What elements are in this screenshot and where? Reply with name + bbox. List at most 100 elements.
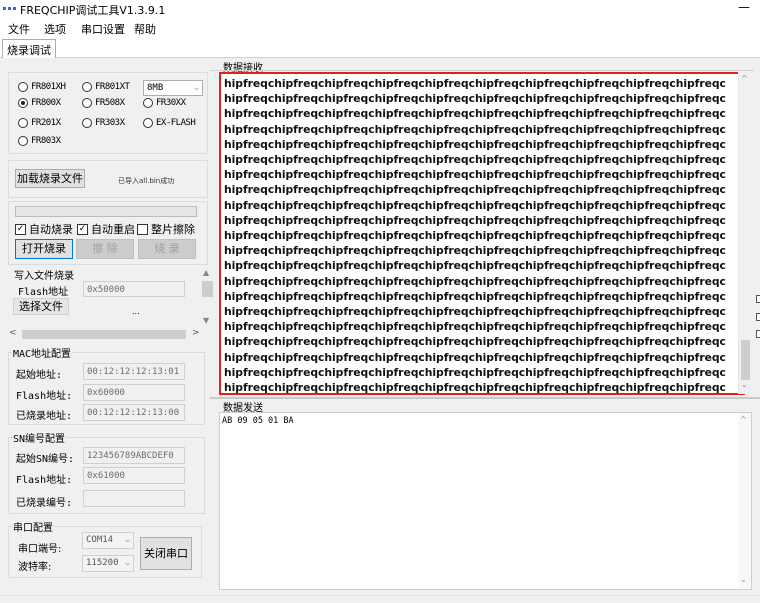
auto-burn-label: 自动烧录 <box>29 223 73 236</box>
load-status: 已导入all.bin成功 <box>118 177 175 185</box>
radio-circle <box>18 82 28 92</box>
hscroll-thumb[interactable] <box>22 330 186 339</box>
checkmark-icon: ✓ <box>15 223 26 235</box>
radio-label: FR30XX <box>156 98 186 108</box>
receive-scrollbar[interactable]: ^ ⌄ <box>738 72 751 394</box>
mac-burned-label: 已烧录地址: <box>16 411 73 422</box>
menu-options[interactable]: 选项 <box>44 21 66 37</box>
mac-config-title: MAC地址配置 <box>12 345 73 360</box>
radio-fr303x[interactable]: FR303X <box>82 118 125 128</box>
checkbox-box <box>137 223 148 235</box>
full-erase-label: 整片擦除 <box>151 223 195 236</box>
radio-label: FR508X <box>95 98 125 108</box>
write-file-title: 写入文件烧录 <box>13 267 75 282</box>
status-bar <box>0 595 760 603</box>
flash-size-select[interactable]: 8MB ⌵ <box>143 80 203 96</box>
erase-button[interactable]: 擦 除 <box>76 239 134 259</box>
radio-fr201x[interactable]: FR201X <box>18 118 61 128</box>
radio-label: FR803X <box>31 136 61 146</box>
radio-fr803x[interactable]: FR803X <box>18 136 61 146</box>
divider <box>210 57 760 58</box>
radio-fr801xt[interactable]: FR801XT <box>82 82 130 92</box>
splitter[interactable] <box>210 397 760 399</box>
serial-config-title: 串口配置 <box>12 519 54 534</box>
flash-size-value: 8MB <box>147 83 164 93</box>
select-file-ellipsis: ... <box>132 307 140 316</box>
left-hscrollbar[interactable]: < > <box>8 328 200 341</box>
full-erase-checkbox[interactable]: 整片擦除 <box>137 221 195 237</box>
mac-start-input[interactable]: 00:12:12:12:13:01 <box>83 363 185 380</box>
radio-fr508x[interactable]: FR508X <box>82 98 125 108</box>
sn-flash-label: Flash地址: <box>16 475 73 486</box>
write-flash-addr-input[interactable]: 0x50000 <box>83 281 185 297</box>
menu-help[interactable]: 帮助 <box>134 21 156 37</box>
scroll-thumb[interactable] <box>741 340 750 380</box>
tab-burn-debug[interactable]: 烧录调试 <box>2 39 56 58</box>
sn-config-title: SN编号配置 <box>12 430 67 445</box>
window-title: FREQCHIP调试工具V1.3.9.1 <box>20 4 166 17</box>
auto-restart-checkbox[interactable]: ✓ 自动重启 <box>77 221 135 237</box>
select-file-button[interactable]: 选择文件 <box>13 298 69 315</box>
sn-burned-label: 已烧录编号: <box>16 498 73 509</box>
radio-circle <box>82 118 92 128</box>
radio-fr800x[interactable]: FR800X <box>18 98 61 108</box>
menu-bar: 文件 选项 串口设置 帮助 <box>0 18 760 38</box>
chevron-down-icon: ⌵ <box>194 83 199 92</box>
radio-label: FR303X <box>95 118 125 128</box>
open-burn-button[interactable]: 打开烧录 <box>15 239 73 259</box>
radio-circle <box>82 98 92 108</box>
sn-start-label: 起始SN编号: <box>16 454 75 465</box>
send-textarea[interactable]: AB 09 05 01 BA <box>219 412 752 590</box>
radio-circle <box>18 98 28 108</box>
close-serial-button[interactable]: 关闭串口 <box>140 537 192 570</box>
scroll-down-icon: ⌄ <box>740 575 747 584</box>
load-burn-file-button[interactable]: 加载烧录文件 <box>15 169 85 188</box>
receive-text: hipfreqchipfreqchipfreqchipfreqchipfreqc… <box>224 77 726 395</box>
radio-fr30xx[interactable]: FR30XX <box>143 98 186 108</box>
scroll-thumb[interactable] <box>202 281 213 297</box>
serial-port-label: 串口端号: <box>18 544 62 555</box>
chevron-down-icon: ⌵ <box>125 558 130 567</box>
radio-label: FR801XT <box>95 82 130 92</box>
divider <box>210 70 754 71</box>
baud-rate-label: 波特率: <box>18 562 52 573</box>
baud-rate-value: 115200 <box>86 558 119 568</box>
scroll-right-icon: > <box>192 328 200 338</box>
clipped-checkbox[interactable] <box>756 330 760 338</box>
radio-label: FR800X <box>31 98 61 108</box>
serial-port-value: COM14 <box>86 535 114 545</box>
send-scrollbar[interactable]: ^ ⌄ <box>738 413 751 589</box>
send-text: AB 09 05 01 BA <box>222 416 294 426</box>
scroll-up-icon: ^ <box>740 415 747 424</box>
auto-burn-checkbox[interactable]: ✓ 自动烧录 <box>15 221 73 237</box>
radio-circle <box>82 82 92 92</box>
scroll-left-icon: < <box>9 328 17 338</box>
title-bar: FREQCHIP调试工具V1.3.9.1 — <box>0 0 760 18</box>
minimize-button[interactable]: — <box>738 0 750 14</box>
radio-circle <box>143 118 153 128</box>
menu-serial-settings[interactable]: 串口设置 <box>81 21 125 37</box>
radio-label: EX-FLASH <box>156 118 196 128</box>
serial-port-select[interactable]: COM14 ⌵ <box>82 532 134 549</box>
radio-ex-flash[interactable]: EX-FLASH <box>143 118 196 128</box>
scroll-down-icon: ⌄ <box>741 380 748 389</box>
radio-circle <box>18 118 28 128</box>
receive-textarea[interactable]: hipfreqchipfreqchipfreqchipfreqchipfreqc… <box>219 72 745 395</box>
checkmark-icon: ✓ <box>77 223 88 235</box>
left-vscrollbar[interactable]: ▲ ▼ <box>201 268 214 328</box>
radio-fr801xh[interactable]: FR801XH <box>18 82 66 92</box>
scroll-up-icon: ▲ <box>203 268 210 277</box>
clipped-checkbox[interactable] <box>756 295 760 303</box>
sn-flash-input[interactable]: 0x61000 <box>83 467 185 484</box>
clipped-checkbox[interactable] <box>756 313 760 321</box>
burn-button[interactable]: 烧 录 <box>138 239 196 259</box>
chevron-down-icon: ⌵ <box>125 535 130 544</box>
tab-strip: 烧录调试 <box>0 38 760 58</box>
mac-flash-input[interactable]: 0x60000 <box>83 384 185 401</box>
mac-burned-input[interactable]: 00:12:12:12:13:00 <box>83 404 185 421</box>
sn-start-input[interactable]: 123456789ABCDEF0 <box>83 447 185 464</box>
menu-file[interactable]: 文件 <box>8 21 30 37</box>
app-logo-icon <box>3 7 16 10</box>
sn-burned-input[interactable] <box>83 490 185 507</box>
baud-rate-select[interactable]: 115200 ⌵ <box>82 555 134 572</box>
